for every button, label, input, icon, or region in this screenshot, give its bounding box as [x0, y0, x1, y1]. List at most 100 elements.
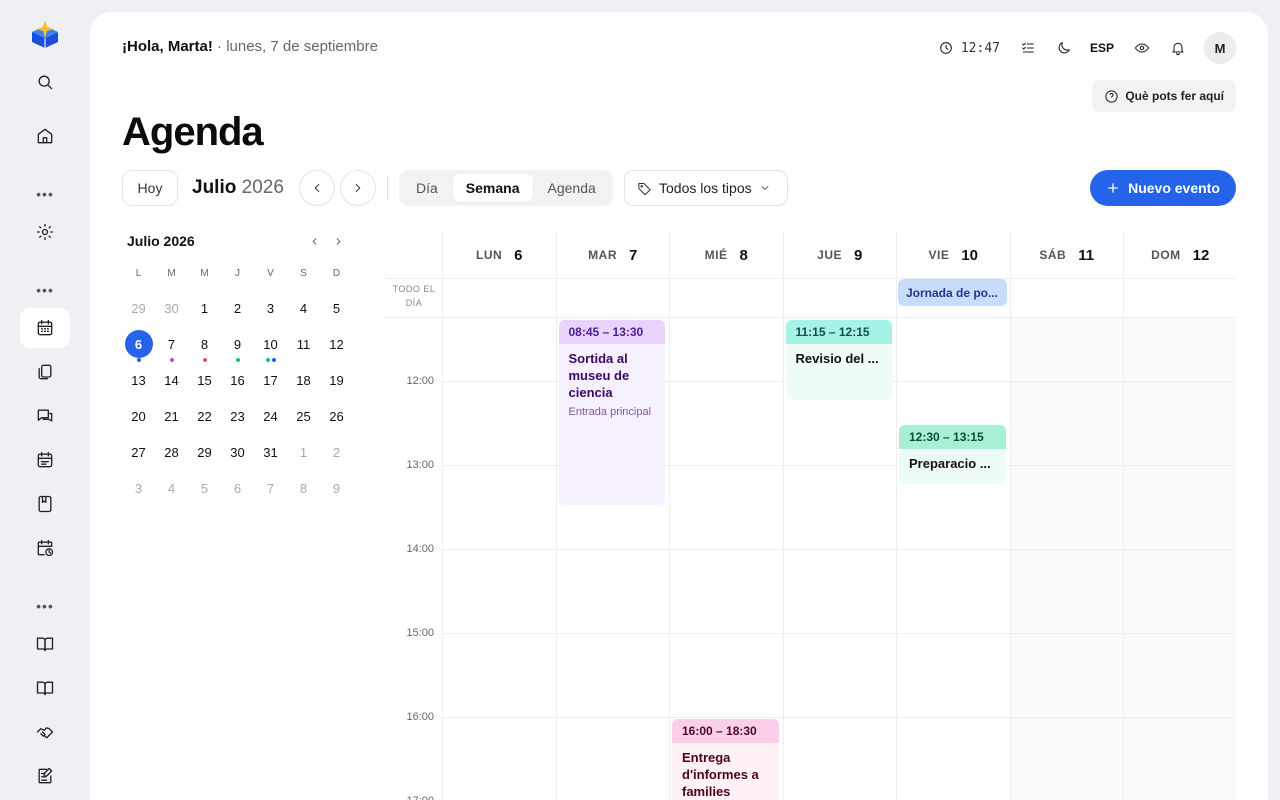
event-type-filter[interactable]: Todos los tipos	[624, 170, 788, 206]
mini-calendar-day[interactable]: 3	[122, 470, 155, 506]
day-column[interactable]	[1123, 318, 1236, 800]
today-button[interactable]: Hoy	[122, 170, 178, 206]
tab-week[interactable]: Semana	[452, 174, 533, 202]
mini-calendar-day[interactable]: 30	[155, 290, 188, 326]
mini-calendar-day[interactable]: 26	[320, 398, 353, 434]
prev-week-button[interactable]	[299, 170, 335, 206]
mini-prev-month[interactable]	[306, 233, 322, 249]
mini-calendar-day[interactable]: 10	[254, 326, 287, 362]
mini-calendar-day[interactable]: 27	[122, 434, 155, 470]
mini-calendar-day[interactable]: 1	[287, 434, 320, 470]
mini-calendar-day[interactable]: 29	[188, 434, 221, 470]
mini-calendar-day[interactable]: 8	[188, 326, 221, 362]
mini-calendar-day[interactable]: 28	[155, 434, 188, 470]
messages-icon[interactable]	[20, 396, 70, 436]
eye-icon[interactable]	[1132, 38, 1152, 58]
mini-calendar-day[interactable]: 16	[221, 362, 254, 398]
mini-calendar-day[interactable]: 24	[254, 398, 287, 434]
calendar-event[interactable]: 12:30 – 13:15 Preparacio ...	[899, 425, 1006, 484]
day-column-header[interactable]: LUN 6	[442, 232, 556, 278]
mini-calendar-day[interactable]: 22	[188, 398, 221, 434]
mini-calendar-day[interactable]: 13	[122, 362, 155, 398]
mini-calendar-day[interactable]: 6	[221, 470, 254, 506]
home-icon[interactable]	[20, 116, 70, 156]
mini-calendar-day[interactable]: 8	[287, 470, 320, 506]
all-day-event[interactable]: Jornada de po...	[898, 279, 1007, 306]
mini-calendar-day[interactable]: 7	[254, 470, 287, 506]
all-day-cell[interactable]	[1123, 279, 1236, 319]
notebook-icon[interactable]	[20, 484, 70, 524]
search-icon[interactable]	[20, 62, 70, 102]
all-day-cell[interactable]	[669, 279, 783, 319]
mini-calendar-day[interactable]: 9	[320, 470, 353, 506]
next-week-button[interactable]	[340, 170, 376, 206]
mini-calendar-day[interactable]: 15	[188, 362, 221, 398]
mini-calendar-day[interactable]: 6	[122, 326, 155, 362]
mini-calendar-title: Julio 2026	[127, 233, 195, 249]
mini-calendar-day[interactable]: 7	[155, 326, 188, 362]
day-column-header[interactable]: MAR 7	[555, 232, 670, 278]
mini-calendar-day[interactable]: 29	[122, 290, 155, 326]
calendar-event[interactable]: 08:45 – 13:30 Sortida al museu de ciencia…	[558, 320, 665, 505]
day-column[interactable]	[896, 318, 1010, 800]
all-day-cell[interactable]	[555, 279, 670, 319]
calendar-icon[interactable]	[20, 308, 70, 348]
mini-calendar-day[interactable]: 11	[287, 326, 320, 362]
handshake-icon[interactable]	[20, 712, 70, 752]
mini-calendar-day[interactable]: 4	[287, 290, 320, 326]
mini-calendar-day[interactable]: 18	[287, 362, 320, 398]
mini-calendar-day[interactable]: 5	[320, 290, 353, 326]
documents-icon[interactable]	[20, 352, 70, 392]
day-column-header[interactable]: DOM 12	[1123, 232, 1236, 278]
mini-calendar-day[interactable]: 3	[254, 290, 287, 326]
mini-calendar-day[interactable]: 9	[221, 326, 254, 362]
mini-calendar-day[interactable]: 31	[254, 434, 287, 470]
book-open-icon[interactable]	[20, 624, 70, 664]
language-selector[interactable]: ESP	[1090, 41, 1114, 55]
day-column-header[interactable]: SÁB 11	[1009, 232, 1124, 278]
mini-calendar-day[interactable]: 12	[320, 326, 353, 362]
mini-calendar-day[interactable]: 14	[155, 362, 188, 398]
schedule-icon[interactable]	[20, 440, 70, 480]
book-icon[interactable]	[20, 668, 70, 708]
hour-label: 17:00	[386, 795, 434, 800]
help-button[interactable]: Què pots fer aquí	[1092, 80, 1236, 112]
app-logo[interactable]	[28, 18, 62, 50]
mini-calendar-day[interactable]: 2	[320, 434, 353, 470]
edit-notes-icon[interactable]	[20, 756, 70, 796]
day-column-header[interactable]: JUE 9	[782, 232, 897, 278]
calendar-clock-icon[interactable]	[20, 528, 70, 568]
day-column[interactable]	[442, 318, 556, 800]
new-event-button[interactable]: Nuevo evento	[1090, 170, 1236, 206]
mini-calendar-day[interactable]: 20	[122, 398, 155, 434]
calendar-event[interactable]: 16:00 – 18:30 Entrega d'informes a famili…	[672, 719, 779, 800]
day-column[interactable]	[1009, 318, 1123, 800]
mini-calendar-day[interactable]: 5	[188, 470, 221, 506]
all-day-cell[interactable]	[1009, 279, 1124, 319]
dark-mode-icon[interactable]	[1054, 38, 1074, 58]
mini-calendar-day[interactable]: 30	[221, 434, 254, 470]
mini-calendar-day[interactable]: 2	[221, 290, 254, 326]
bell-icon[interactable]	[1168, 38, 1188, 58]
mini-calendar-day[interactable]: 4	[155, 470, 188, 506]
day-column-header[interactable]: MIÉ 8	[669, 232, 783, 278]
mini-calendar-day[interactable]: 1	[188, 290, 221, 326]
sidebar-more-dots[interactable]: •••	[20, 599, 70, 613]
tab-day[interactable]: Día	[403, 174, 451, 202]
sidebar-more-dots[interactable]: •••	[20, 283, 70, 297]
avatar[interactable]: M	[1204, 32, 1236, 64]
mini-calendar-day[interactable]: 17	[254, 362, 287, 398]
settings-icon[interactable]	[20, 212, 70, 252]
tab-agenda[interactable]: Agenda	[535, 174, 609, 202]
all-day-cell[interactable]	[442, 279, 556, 319]
mini-calendar-day[interactable]: 25	[287, 398, 320, 434]
mini-calendar-day[interactable]: 19	[320, 362, 353, 398]
checklist-icon[interactable]	[1018, 38, 1038, 58]
mini-calendar-day[interactable]: 23	[221, 398, 254, 434]
sidebar-more-dots[interactable]: •••	[20, 187, 70, 201]
mini-calendar-day[interactable]: 21	[155, 398, 188, 434]
calendar-event[interactable]: 11:15 – 12:15 Revisio del ...	[785, 320, 892, 400]
all-day-cell[interactable]	[782, 279, 897, 319]
mini-next-month[interactable]	[330, 233, 346, 249]
day-column-header[interactable]: VIE 10	[896, 232, 1010, 278]
